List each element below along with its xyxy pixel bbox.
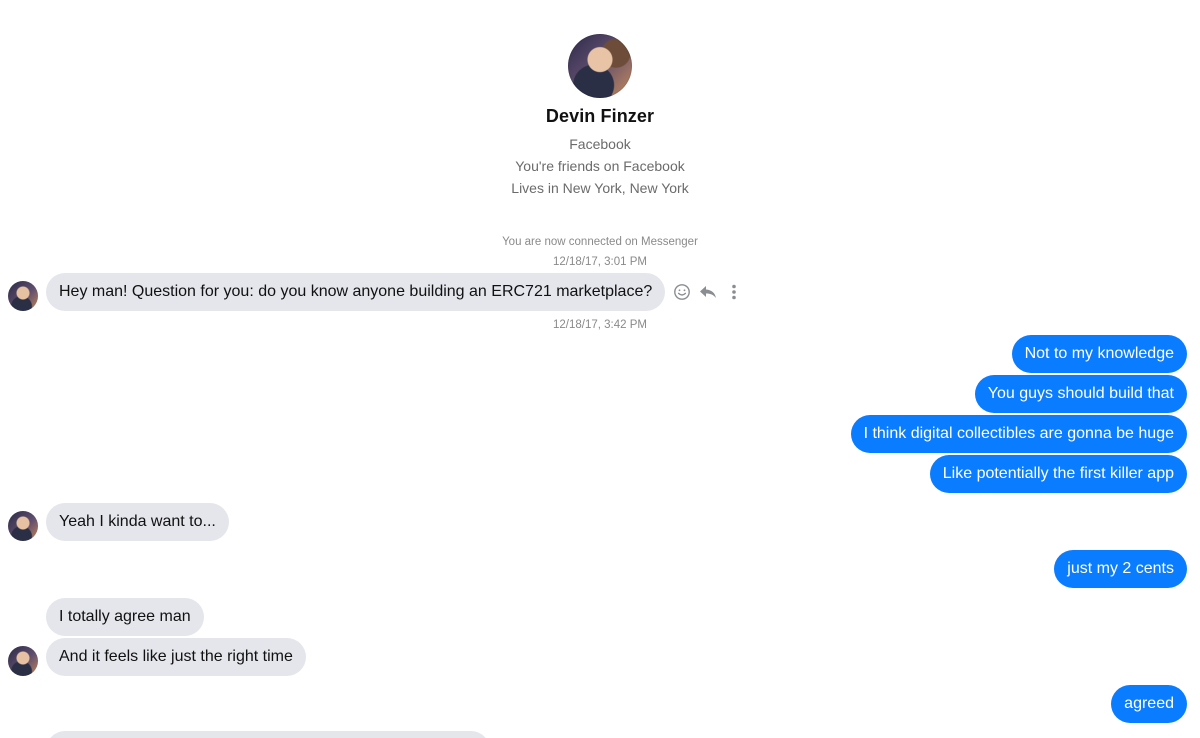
profile-header: Devin Finzer Facebook You're friends on … <box>0 34 1200 199</box>
profile-friendship: You're friends on Facebook <box>515 158 685 174</box>
timestamp: 12/18/17, 3:01 PM <box>553 256 647 268</box>
message-actions <box>672 282 744 302</box>
profile-name[interactable]: Devin Finzer <box>0 106 1200 127</box>
profile-avatar[interactable] <box>568 34 632 98</box>
message-incoming[interactable]: Yeah I kinda want to... <box>46 503 229 541</box>
connected-notice: You are now connected on Messenger <box>502 236 698 248</box>
smiley-icon[interactable] <box>672 282 692 302</box>
more-vertical-icon[interactable] <box>724 282 744 302</box>
message-incoming[interactable]: I totally agree man <box>46 598 204 636</box>
message-incoming-partial[interactable] <box>46 731 490 738</box>
message-outgoing[interactable]: You guys should build that <box>974 375 1187 413</box>
message-outgoing[interactable]: Like potentially the first killer app <box>929 455 1187 493</box>
contact-avatar[interactable] <box>8 511 38 541</box>
timestamp: 12/18/17, 3:42 PM <box>553 319 647 331</box>
profile-location: Lives in New York, New York <box>511 180 689 196</box>
reply-icon[interactable] <box>698 282 718 302</box>
message-incoming[interactable]: And it feels like just the right time <box>46 638 306 676</box>
contact-avatar[interactable] <box>8 646 38 676</box>
message-incoming[interactable]: Hey man! Question for you: do you know a… <box>46 273 666 311</box>
message-outgoing[interactable]: Not to my knowledge <box>1011 335 1187 373</box>
message-outgoing[interactable]: agreed <box>1111 685 1187 723</box>
profile-platform: Facebook <box>569 136 631 152</box>
messenger-conversation: Devin Finzer Facebook You're friends on … <box>0 0 1200 738</box>
message-outgoing[interactable]: just my 2 cents <box>1054 550 1187 588</box>
message-outgoing[interactable]: I think digital collectibles are gonna b… <box>850 415 1187 453</box>
contact-avatar[interactable] <box>8 281 38 311</box>
